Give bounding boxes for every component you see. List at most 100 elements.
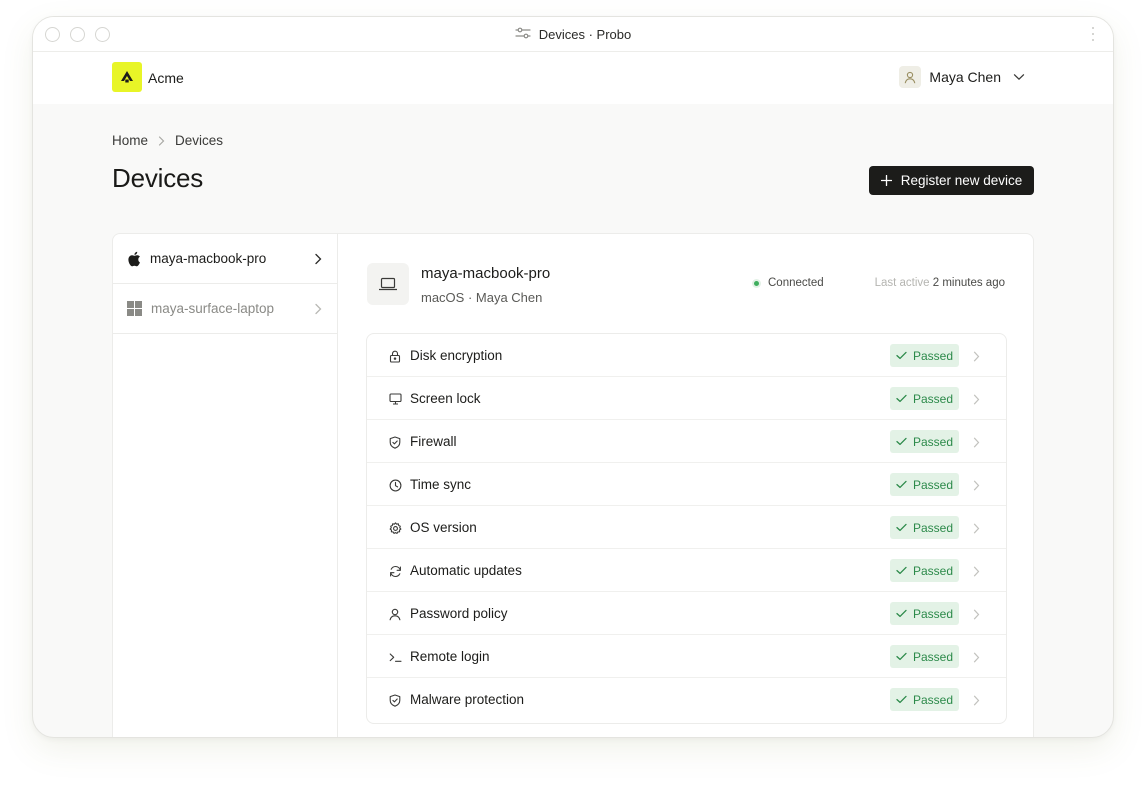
gear-icon [388, 521, 402, 535]
status-badge-label: Passed [912, 348, 954, 363]
check-icon [896, 566, 907, 575]
device-list-item-label: maya-surface-laptop [151, 301, 275, 316]
status-badge: Passed [890, 559, 959, 582]
chevron-right-icon [973, 607, 980, 625]
chevron-right-icon [314, 302, 322, 320]
chevron-right-icon [314, 252, 322, 270]
status-badge-label: Passed [912, 563, 954, 578]
status-badge-label: Passed [912, 606, 954, 621]
app-header: Acme Maya Chen [33, 52, 1113, 104]
org-logo[interactable] [112, 62, 142, 92]
apple-icon [127, 251, 141, 267]
check-row-time-sync[interactable]: Time sync Passed [367, 463, 1006, 506]
chevron-right-icon [973, 564, 980, 582]
lock-icon [388, 349, 402, 363]
user-avatar-icon [899, 66, 922, 88]
chevron-right-icon [973, 435, 980, 453]
check-icon [896, 609, 907, 618]
last-active-label: Last active [874, 277, 930, 289]
check-label: Remote login [410, 649, 490, 664]
check-label: Malware protection [410, 692, 525, 707]
devices-panel: maya-macbook-pro maya-surface-laptop may… [112, 233, 1034, 737]
status-badge: Passed [890, 430, 959, 453]
device-subtitle: macOS · Maya Chen [421, 290, 543, 305]
page-title: Devices [112, 163, 204, 193]
check-row-remote-login[interactable]: Remote login Passed [367, 635, 1006, 678]
windows-icon [127, 301, 142, 316]
check-row-automatic-updates[interactable]: Automatic updates Passed [367, 549, 1006, 592]
user-name: Maya Chen [929, 69, 1001, 85]
check-label: Automatic updates [410, 563, 522, 578]
clock-icon [388, 478, 402, 492]
status-badge-label: Passed [912, 649, 954, 664]
status-badge-label: Passed [912, 391, 954, 406]
monitor-icon [388, 392, 402, 406]
last-active: Last active 2 minutes ago [875, 277, 1005, 289]
check-icon [896, 480, 907, 489]
chevron-right-icon [973, 650, 980, 668]
check-icon [896, 437, 907, 446]
check-row-os-version[interactable]: OS version Passed [367, 506, 1006, 549]
chevron-down-icon [1013, 73, 1025, 81]
device-list-item-surface[interactable]: maya-surface-laptop [113, 284, 338, 334]
status-badge-label: Passed [912, 520, 954, 535]
org-name[interactable]: Acme [148, 70, 184, 86]
window-title-area: Devices · Probo [33, 17, 1113, 52]
status-dot-icon [752, 278, 761, 288]
status-badge: Passed [890, 344, 959, 367]
logo-mark-icon [121, 71, 133, 83]
laptop-icon [367, 263, 409, 305]
breadcrumb-home[interactable]: Home [112, 133, 148, 148]
check-icon [896, 695, 907, 704]
user-menu[interactable]: Maya Chen [899, 66, 1025, 88]
chevron-right-icon [973, 392, 980, 410]
window-title: Devices · Probo [538, 27, 632, 42]
refresh-icon [388, 564, 402, 578]
check-label: Time sync [410, 477, 472, 492]
check-row-malware-protection[interactable]: Malware protection Passed [367, 678, 1006, 721]
check-label: Screen lock [410, 391, 481, 406]
check-icon [896, 523, 907, 532]
check-label: Firewall [410, 434, 457, 449]
status-badge-label: Passed [912, 434, 954, 449]
status-badge: Passed [890, 645, 959, 668]
chevron-right-icon [973, 478, 980, 496]
device-list: maya-macbook-pro maya-surface-laptop [113, 234, 338, 737]
plus-icon [880, 175, 892, 186]
register-device-label: Register new device [900, 173, 1023, 188]
status-badge-label: Passed [912, 692, 954, 707]
status-badge: Passed [890, 516, 959, 539]
check-label: Disk encryption [410, 348, 503, 363]
check-row-screen-lock[interactable]: Screen lock Passed [367, 377, 1006, 420]
status-badge: Passed [890, 387, 959, 410]
sliders-icon [515, 27, 531, 42]
check-icon [896, 394, 907, 403]
check-icon [896, 351, 907, 360]
user-icon [388, 607, 402, 621]
chevron-right-icon [158, 135, 165, 146]
status-badge: Passed [890, 473, 959, 496]
chevron-right-icon [973, 349, 980, 367]
chevron-right-icon [973, 693, 980, 711]
shield-check-icon [388, 435, 402, 449]
check-row-password-policy[interactable]: Password policy Passed [367, 592, 1006, 635]
device-list-item-macbook[interactable]: maya-macbook-pro [113, 234, 338, 284]
last-active-value: 2 minutes ago [932, 277, 1005, 289]
terminal-icon [388, 650, 402, 664]
check-label: Password policy [410, 606, 508, 621]
check-icon [896, 652, 907, 661]
check-row-disk-encryption[interactable]: Disk encryption Passed [367, 334, 1006, 377]
chevron-right-icon [973, 521, 980, 539]
check-row-firewall[interactable]: Firewall Passed [367, 420, 1006, 463]
title-bar: Devices · Probo [33, 17, 1113, 52]
status-badge-label: Passed [912, 477, 954, 492]
status-badge: Passed [890, 602, 959, 625]
connection-status-label: Connected [768, 277, 824, 289]
check-label: OS version [410, 520, 477, 535]
connection-status: Connected [752, 277, 824, 289]
status-badge: Passed [890, 688, 959, 711]
window-menu-icon[interactable] [1091, 27, 1095, 41]
device-name: maya-macbook-pro [421, 265, 551, 282]
register-device-button[interactable]: Register new device [869, 166, 1034, 195]
app-window: Devices · Probo Acme Maya Chen Home Devi… [32, 16, 1114, 738]
